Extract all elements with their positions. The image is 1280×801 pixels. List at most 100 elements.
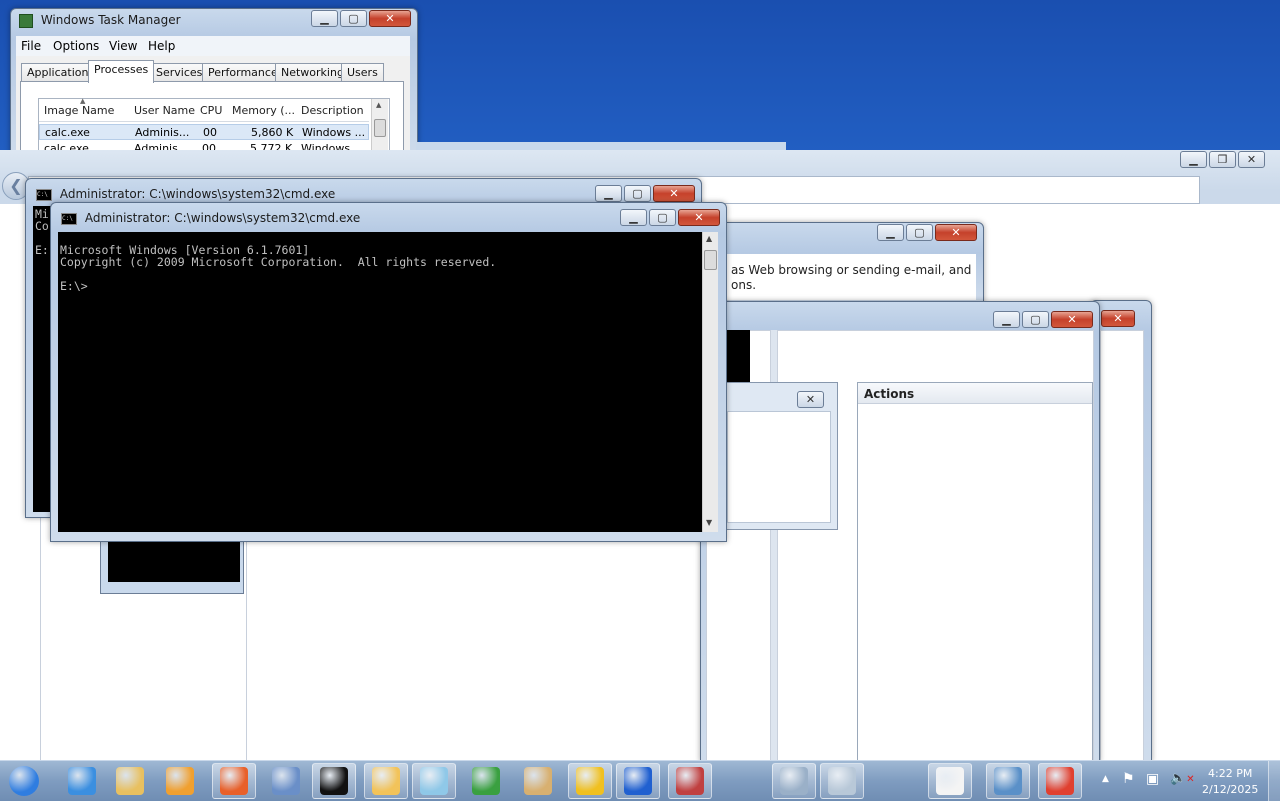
scroll-up-icon[interactable]: ▲ — [376, 101, 381, 109]
windows-explorer-icon[interactable] — [108, 763, 152, 799]
start-button[interactable] — [4, 763, 44, 799]
actions-header: Actions — [858, 383, 1092, 404]
table-row[interactable]: calc.exe Adminis... 00 5,860 K Windows .… — [39, 124, 369, 140]
blank-document-icon[interactable] — [928, 763, 972, 799]
col-memory[interactable]: Memory (... — [232, 104, 295, 117]
close-button[interactable]: ✕ — [369, 10, 411, 27]
blank-document-icon — [936, 767, 964, 795]
notepad-tool-icon — [420, 767, 448, 795]
task-manager-icon — [19, 13, 33, 28]
show-hidden-icons-icon[interactable]: ▲ — [1102, 774, 1109, 784]
maximize-button[interactable]: ▢ — [649, 209, 676, 226]
menu-options[interactable]: Options — [53, 39, 99, 53]
control-panel-icon[interactable] — [986, 763, 1030, 799]
maximize-button[interactable]: ▢ — [340, 10, 367, 27]
flag-icon[interactable]: ⚑ — [1122, 771, 1135, 787]
maximize-button[interactable]: ▢ — [906, 224, 933, 241]
scroll-up-icon[interactable]: ▲ — [706, 234, 712, 243]
minimize-button[interactable]: ▁ — [595, 185, 622, 202]
col-cpu[interactable]: CPU — [200, 104, 222, 117]
close-button[interactable]: ✕ — [797, 391, 824, 408]
cmd-front-title: Administrator: C:\windows\system32\cmd.e… — [84, 211, 361, 225]
window-app-icon[interactable] — [772, 763, 816, 799]
internet-explorer-icon[interactable] — [60, 763, 104, 799]
taskbar: ▲ ⚑ ▣ 🔈✕ 4:22 PM 2/12/2025 — [0, 760, 1280, 801]
menu-help[interactable]: Help — [148, 39, 175, 53]
chrome-icon[interactable] — [1038, 763, 1082, 799]
internet-explorer-icon — [68, 767, 96, 795]
tab-processes[interactable]: Processes — [88, 60, 155, 83]
firefox-icon[interactable] — [212, 763, 256, 799]
actions-pane: Actions — [857, 382, 1093, 762]
minimize-button[interactable]: ▁ — [311, 10, 338, 27]
tab-services[interactable]: Services — [150, 63, 209, 82]
network-search-icon[interactable] — [264, 763, 308, 799]
minimize-button[interactable]: ▁ — [620, 209, 647, 226]
ie-text-line2: ons. — [731, 278, 757, 292]
close-button[interactable]: ✕ — [1238, 151, 1265, 168]
minimize-button[interactable]: ▁ — [993, 311, 1020, 328]
record-tool-icon — [676, 767, 704, 795]
paint-icon[interactable] — [516, 763, 560, 799]
maximize-button[interactable]: ▢ — [624, 185, 651, 202]
close-button[interactable]: ✕ — [653, 185, 695, 202]
volume-muted-icon[interactable]: 🔈✕ — [1170, 771, 1195, 786]
tab-networking[interactable]: Networking — [275, 63, 350, 82]
calendar-tool-icon — [372, 767, 400, 795]
close-button[interactable]: ✕ — [1101, 310, 1135, 327]
restore-button[interactable]: ❐ — [1209, 151, 1236, 168]
minimize-button[interactable]: ▁ — [1180, 151, 1207, 168]
show-desktop-button[interactable] — [1268, 761, 1280, 801]
console-line: Copyright (c) 2009 Microsoft Corporation… — [60, 255, 497, 269]
mmc-back-content — [1100, 330, 1144, 762]
cmd-icon: C:\ — [61, 212, 77, 225]
notepad-tool-icon[interactable] — [412, 763, 456, 799]
windows-logo-icon[interactable] — [464, 763, 508, 799]
small-dialog-body — [727, 411, 831, 523]
col-description[interactable]: Description — [301, 104, 364, 117]
tab-performance[interactable]: Performance — [202, 63, 284, 82]
scroll-thumb[interactable] — [704, 250, 717, 270]
scroll-thumb[interactable] — [374, 119, 386, 137]
close-button[interactable]: ✕ — [678, 209, 720, 226]
cmd-icon[interactable] — [312, 763, 356, 799]
small-dialog: ✕ — [720, 382, 838, 530]
cmd-scrollbar[interactable]: ▲ ▼ — [702, 232, 718, 532]
clock-date[interactable]: 2/12/2025 — [1202, 783, 1258, 796]
x-app-icon — [624, 767, 652, 795]
chrome-icon — [1046, 767, 1074, 795]
menu-file[interactable]: File — [21, 39, 41, 53]
minimize-button[interactable]: ▁ — [877, 224, 904, 241]
titlebar-strip — [416, 142, 786, 150]
col-user-name[interactable]: User Name — [134, 104, 195, 117]
calculator-icon[interactable] — [820, 763, 864, 799]
process-scrollbar[interactable]: ▲ — [371, 99, 388, 155]
console-prompt: E:\> — [60, 279, 88, 293]
task-manager-title: Windows Task Manager — [19, 13, 181, 28]
clock-time[interactable]: 4:22 PM — [1208, 767, 1252, 780]
maximize-button[interactable]: ▢ — [1022, 311, 1049, 328]
media-player-icon[interactable] — [158, 763, 202, 799]
scroll-down-icon[interactable]: ▼ — [706, 518, 712, 527]
hand-tool-icon — [576, 767, 604, 795]
col-image-name[interactable]: Image Name — [44, 104, 114, 117]
close-button[interactable]: ✕ — [935, 224, 977, 241]
table-row[interactable]: calc.exe Adminis... 00 5,772 K Windows .… — [39, 141, 369, 150]
menu-view[interactable]: View — [109, 39, 137, 53]
cmd-front-console[interactable]: Microsoft Windows [Version 6.1.7601] Copy… — [58, 232, 704, 532]
calendar-tool-icon[interactable] — [364, 763, 408, 799]
x-app-icon[interactable] — [616, 763, 660, 799]
close-button[interactable]: ✕ — [1051, 311, 1093, 328]
media-player-icon — [166, 767, 194, 795]
network-icon[interactable]: ▣ — [1146, 771, 1159, 787]
start-icon — [9, 766, 39, 796]
hand-tool-icon[interactable] — [568, 763, 612, 799]
windows-explorer-icon — [116, 767, 144, 795]
tab-users[interactable]: Users — [341, 63, 384, 82]
record-tool-icon[interactable] — [668, 763, 712, 799]
windows-logo-icon — [472, 767, 500, 795]
control-panel-icon — [994, 767, 1022, 795]
paint-icon — [524, 767, 552, 795]
ie-text-line1: as Web browsing or sending e-mail, and — [731, 263, 972, 277]
